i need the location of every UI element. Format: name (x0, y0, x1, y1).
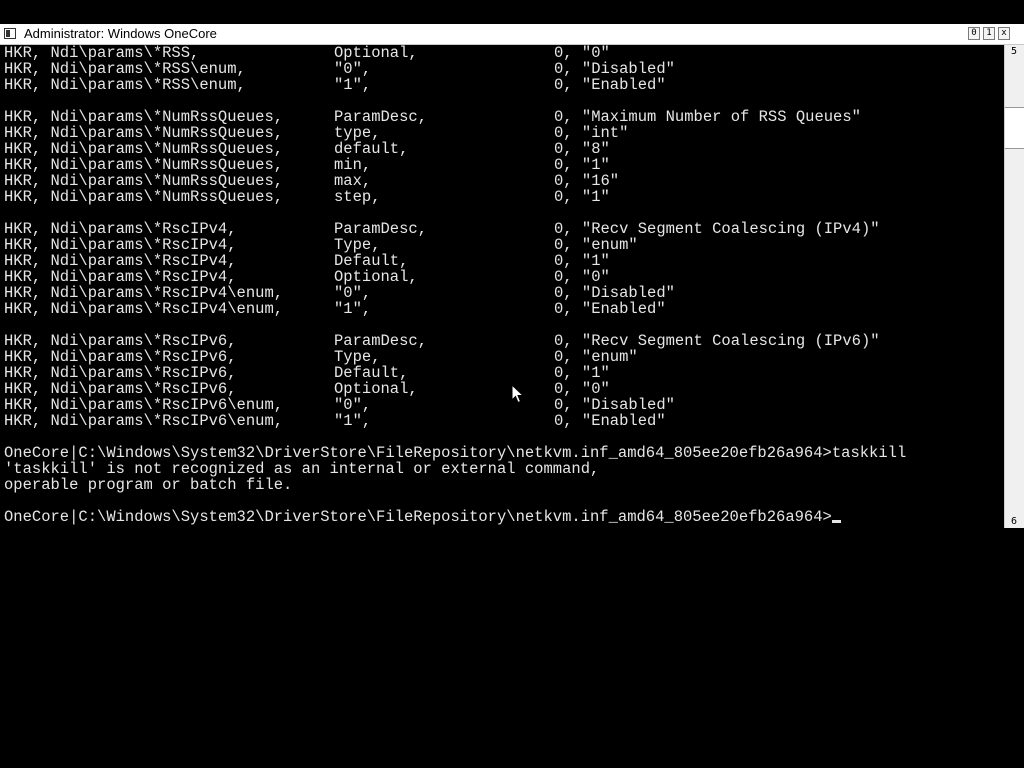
console-cell: HKR, Ndi\params\*RscIPv6, (4, 364, 237, 382)
console-cell: 0, "Disabled" (554, 60, 675, 78)
console-line: operable program or batch file. (4, 476, 293, 494)
console-cell: "1", (334, 76, 372, 94)
console-cell: HKR, Ndi\params\*RscIPv4, (4, 252, 237, 270)
console-cell: HKR, Ndi\params\*NumRssQueues, (4, 188, 284, 206)
scroll-down-label[interactable]: 6 (1007, 516, 1021, 527)
console-cell: 0, "0" (554, 380, 610, 398)
console-cell: 0, "Enabled" (554, 300, 666, 318)
console-cell: 0, "int" (554, 124, 629, 142)
console-cell: HKR, Ndi\params\*RSS, (4, 45, 200, 62)
console-cell: default, (334, 140, 409, 158)
console-cell: HKR, Ndi\params\*RscIPv4\enum, (4, 300, 284, 318)
console-cell: HKR, Ndi\params\*RscIPv6, (4, 332, 237, 350)
console-cell: Type, (334, 348, 381, 366)
console-cell: 0, "1" (554, 156, 610, 174)
console-cell: HKR, Ndi\params\*RscIPv6\enum, (4, 396, 284, 414)
console-cell: HKR, Ndi\params\*NumRssQueues, (4, 124, 284, 142)
console-cell: HKR, Ndi\params\*RscIPv6, (4, 380, 237, 398)
console-cell: 0, "Recv Segment Coalescing (IPv6)" (554, 332, 880, 350)
console-cell: "0", (334, 60, 372, 78)
text-cursor (831, 520, 841, 523)
console-cell: HKR, Ndi\params\*RscIPv4, (4, 236, 237, 254)
maximize-button[interactable]: 1 (983, 27, 995, 40)
console-cell: ParamDesc, (334, 332, 428, 350)
console-cell: type, (334, 124, 381, 142)
console-cell: Optional, (334, 380, 418, 398)
console-cell: HKR, Ndi\params\*NumRssQueues, (4, 140, 284, 158)
console-cell: HKR, Ndi\params\*NumRssQueues, (4, 156, 284, 174)
console-cell: 0, "0" (554, 45, 610, 62)
console-cell: "0", (334, 396, 372, 414)
window-title: Administrator: Windows OneCore (24, 26, 217, 41)
console-cell: "1", (334, 412, 372, 430)
scroll-thumb[interactable] (1005, 107, 1024, 149)
console-cell: HKR, Ndi\params\*RSS\enum, (4, 60, 246, 78)
console-window[interactable]: Administrator: Windows OneCore 0 1 x HKR… (0, 24, 1024, 528)
console-output[interactable]: HKR, Ndi\params\*RSS, Optional, 0, "0" HKR,… (0, 45, 1004, 528)
console-cell: 0, "Disabled" (554, 284, 675, 302)
console-line: 'taskkill' is not recognized as an inter… (4, 460, 600, 478)
console-cell: 0, "0" (554, 268, 610, 286)
mouse-pointer-icon (511, 384, 525, 404)
console-cell: Optional, (334, 45, 418, 62)
console-cell: 0, "Disabled" (554, 396, 675, 414)
console-cell: HKR, Ndi\params\*NumRssQueues, (4, 172, 284, 190)
console-cell: max, (334, 172, 372, 190)
console-cell: ParamDesc, (334, 108, 428, 126)
console-cell: min, (334, 156, 372, 174)
vertical-scrollbar[interactable]: 5 6 (1004, 45, 1024, 528)
console-cell: HKR, Ndi\params\*NumRssQueues, (4, 108, 284, 126)
console-cell: 0, "1" (554, 364, 610, 382)
console-cell: Optional, (334, 268, 418, 286)
console-line: OneCore|C:\Windows\System32\DriverStore\… (4, 444, 907, 462)
prompt-text: OneCore|C:\Windows\System32\DriverStore\… (4, 508, 832, 526)
console-cell: 0, "1" (554, 252, 610, 270)
console-cell: 0, "8" (554, 140, 610, 158)
console-cell: HKR, Ndi\params\*RscIPv6, (4, 348, 237, 366)
console-cell: Default, (334, 364, 409, 382)
console-cell: Default, (334, 252, 409, 270)
console-cell: HKR, Ndi\params\*RscIPv4, (4, 220, 237, 238)
console-cell: HKR, Ndi\params\*RscIPv6\enum, (4, 412, 284, 430)
console-app-icon[interactable] (4, 28, 16, 39)
console-cell: 0, "enum" (554, 236, 638, 254)
console-cell: 0, "Recv Segment Coalescing (IPv4)" (554, 220, 880, 238)
console-cell: 0, "16" (554, 172, 620, 190)
console-cell: HKR, Ndi\params\*RscIPv4, (4, 268, 237, 286)
console-cell: 0, "enum" (554, 348, 638, 366)
console-cell: HKR, Ndi\params\*RscIPv4\enum, (4, 284, 284, 302)
console-cell: Type, (334, 236, 381, 254)
scroll-up-label[interactable]: 5 (1007, 46, 1021, 57)
console-cell: "0", (334, 284, 372, 302)
console-cell: 0, "Enabled" (554, 412, 666, 430)
console-cell: "1", (334, 300, 372, 318)
close-button[interactable]: x (998, 27, 1010, 40)
console-cell: 0, "1" (554, 188, 610, 206)
console-cell: step, (334, 188, 381, 206)
command-prompt[interactable]: OneCore|C:\Windows\System32\DriverStore\… (4, 509, 841, 525)
console-cell: ParamDesc, (334, 220, 428, 238)
minimize-button[interactable]: 0 (968, 27, 980, 40)
title-bar[interactable]: Administrator: Windows OneCore 0 1 x (0, 24, 1024, 45)
console-cell: 0, "Maximum Number of RSS Queues" (554, 108, 861, 126)
console-cell: 0, "Enabled" (554, 76, 666, 94)
console-cell: HKR, Ndi\params\*RSS\enum, (4, 76, 246, 94)
